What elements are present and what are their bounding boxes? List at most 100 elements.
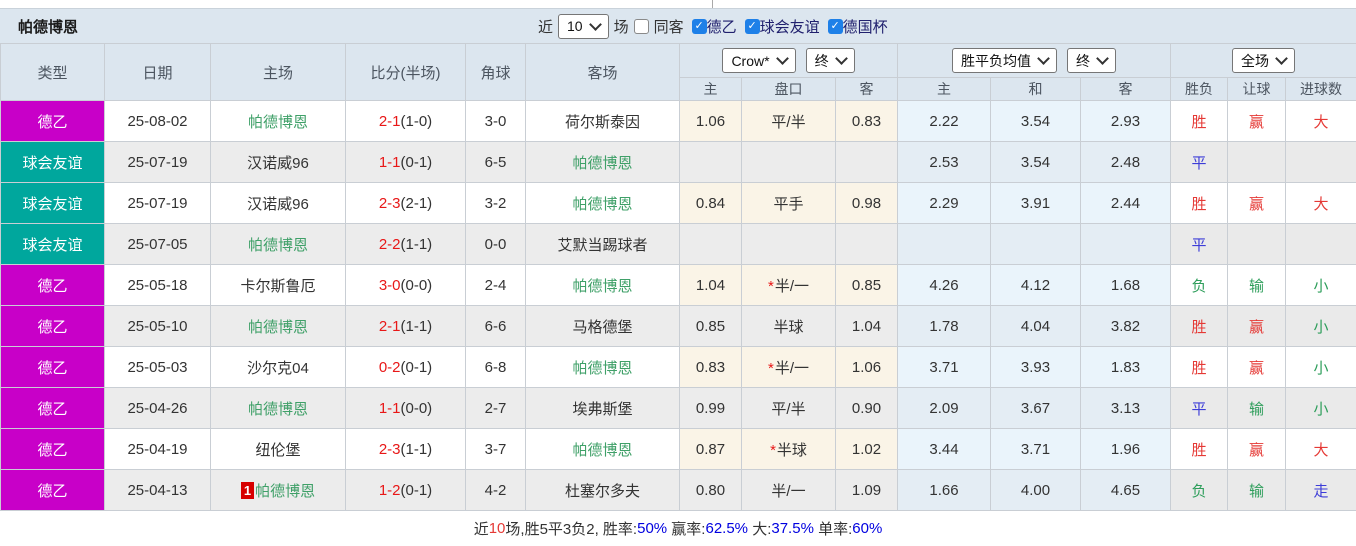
handicap-home-odds: 0.80 bbox=[679, 469, 742, 511]
handicap-time-select[interactable]: 终 bbox=[805, 48, 855, 73]
handicap-result-cell: 输 bbox=[1227, 387, 1286, 429]
avg-draw-odds: 3.67 bbox=[990, 387, 1081, 429]
odds-time-select[interactable]: 终 bbox=[1067, 48, 1116, 73]
team-name: 帕德博恩 bbox=[255, 482, 316, 500]
handicap-home-odds: 1.04 bbox=[679, 264, 742, 306]
rank-badge: 1 bbox=[240, 481, 255, 499]
same-away-checkbox[interactable] bbox=[633, 18, 649, 34]
league-filter: 德乙 bbox=[691, 16, 737, 37]
match-rows: 德乙 25-08-02 帕德博恩 2-1(1-0) 3-0 荷尔斯泰因 1.06 平/半 0.8… bbox=[0, 100, 1356, 511]
handicap-result-cell bbox=[1227, 141, 1286, 183]
match-history-table: 类型 日期 主场 比分(半场) 角球 客场 Crow* 终 胜平负均值 终 全场… bbox=[0, 43, 1356, 511]
league-checkbox-1[interactable] bbox=[744, 18, 760, 34]
avg-away-odds: 1.68 bbox=[1080, 264, 1171, 306]
footer-part-5: 62.5% bbox=[705, 520, 749, 537]
team-name: 帕德博恩 bbox=[572, 277, 633, 295]
result-cell: 胜 bbox=[1170, 100, 1228, 142]
league-filter: 德国杯 bbox=[827, 16, 888, 37]
page-title: 帕德博恩 bbox=[18, 18, 79, 36]
halftime-score: (1-1) bbox=[400, 317, 433, 335]
away-team: 帕德博恩 bbox=[525, 346, 680, 388]
footer-summary: 近 10 场,胜5平3负2, 胜率: 50% 赢率: 62.5% 大: 37.5% 单率:… bbox=[0, 511, 1356, 546]
away-team: 荷尔斯泰因 bbox=[525, 100, 680, 142]
handicap-line-text: 半球 bbox=[776, 441, 807, 459]
score-cell: 2-3(1-1) bbox=[345, 428, 466, 470]
handicap-line: 平手 bbox=[741, 182, 836, 224]
match-date: 25-05-03 bbox=[104, 346, 211, 388]
team-name: 帕德博恩 bbox=[247, 400, 308, 418]
handicap-away-odds bbox=[835, 223, 898, 265]
fulltime-score: 2-3 bbox=[378, 194, 401, 212]
col-header-type: 类型 bbox=[0, 43, 105, 101]
handicap-away-odds: 0.83 bbox=[835, 100, 898, 142]
halftime-score: (0-0) bbox=[400, 399, 433, 417]
fulltime-score: 2-3 bbox=[378, 440, 401, 458]
goals-cell: 小 bbox=[1284, 346, 1356, 388]
handicap-company-select[interactable]: Crow* bbox=[722, 48, 796, 73]
handicap-line: 半/一 bbox=[741, 346, 836, 388]
footer-part-6: 大: bbox=[748, 521, 772, 538]
goals-cell: 大 bbox=[1284, 182, 1356, 224]
corner-score: 3-7 bbox=[465, 428, 526, 470]
goals-cell: 小 bbox=[1284, 264, 1356, 306]
home-team: 帕德博恩 bbox=[210, 100, 346, 142]
avg-away-odds bbox=[1080, 223, 1171, 265]
odds-type-select[interactable]: 胜平负均值 bbox=[952, 48, 1057, 73]
halftime-score: (2-1) bbox=[400, 194, 433, 212]
handicap-away-odds: 1.06 bbox=[835, 346, 898, 388]
handicap-away-odds: 0.90 bbox=[835, 387, 898, 429]
handicap-away-odds: 1.09 bbox=[835, 469, 898, 511]
match-date: 25-04-19 bbox=[104, 428, 211, 470]
chevron-down-icon bbox=[588, 17, 602, 31]
home-team: 帕德博恩 bbox=[210, 223, 346, 265]
scope-value: 全场 bbox=[1241, 52, 1269, 69]
handicap-line bbox=[741, 223, 836, 265]
goals-cell bbox=[1284, 141, 1356, 183]
league-checkbox-2[interactable] bbox=[827, 18, 843, 34]
goals-cell: 小 bbox=[1284, 305, 1356, 347]
halftime-score: (1-1) bbox=[400, 235, 433, 253]
corner-score: 6-5 bbox=[465, 141, 526, 183]
score-cell: 2-1(1-0) bbox=[345, 100, 466, 142]
filter-bar: 近 10 场 同客 德乙 球会友谊 德国杯 bbox=[538, 9, 888, 43]
subcol-goals: 进球数 bbox=[1284, 77, 1356, 101]
match-date: 25-07-19 bbox=[104, 141, 211, 183]
avg-home-odds: 2.53 bbox=[897, 141, 991, 183]
avg-home-odds: 1.66 bbox=[897, 469, 991, 511]
score-cell: 1-1(0-0) bbox=[345, 387, 466, 429]
col-header-date: 日期 bbox=[104, 43, 211, 101]
avg-draw-odds: 3.91 bbox=[990, 182, 1081, 224]
league-filter: 球会友谊 bbox=[744, 16, 820, 37]
score-cell: 0-2(0-1) bbox=[345, 346, 466, 388]
table-row: 球会友谊 25-07-19 汉诺威96 1-1(0-1) 6-5 帕德博恩 2.53 3.54… bbox=[0, 141, 1356, 183]
handicap-line: 平/半 bbox=[741, 387, 836, 429]
col-header-score: 比分(半场) bbox=[345, 43, 466, 101]
subcol-avg-draw: 和 bbox=[990, 77, 1081, 101]
recent-count-select[interactable]: 10 bbox=[558, 13, 609, 39]
type-badge: 德乙 bbox=[0, 305, 105, 347]
handicap-result-cell: 赢 bbox=[1227, 182, 1286, 224]
star-mark bbox=[768, 360, 775, 377]
match-date: 25-05-10 bbox=[104, 305, 211, 347]
halftime-score: (1-1) bbox=[400, 440, 433, 458]
avg-home-odds: 2.09 bbox=[897, 387, 991, 429]
type-badge: 球会友谊 bbox=[0, 141, 105, 183]
league-checkbox-0[interactable] bbox=[691, 18, 707, 34]
home-team: 沙尔克04 bbox=[210, 346, 346, 388]
result-cell: 负 bbox=[1170, 264, 1228, 306]
handicap-line-text: 平/半 bbox=[771, 113, 806, 131]
avg-draw-odds: 4.12 bbox=[990, 264, 1081, 306]
team-name: 帕德博恩 bbox=[247, 236, 308, 254]
handicap-home-odds: 0.84 bbox=[679, 182, 742, 224]
avg-home-odds: 4.26 bbox=[897, 264, 991, 306]
scope-select[interactable]: 全场 bbox=[1232, 48, 1295, 73]
away-team: 帕德博恩 bbox=[525, 428, 680, 470]
match-date: 25-04-26 bbox=[104, 387, 211, 429]
avg-draw-odds: 4.00 bbox=[990, 469, 1081, 511]
footer-part-3: 50% bbox=[637, 520, 668, 537]
avg-draw-odds bbox=[990, 223, 1081, 265]
corner-score: 2-4 bbox=[465, 264, 526, 306]
type-badge: 德乙 bbox=[0, 387, 105, 429]
fulltime-score: 1-1 bbox=[378, 399, 401, 417]
subcol-handicap-away: 客 bbox=[835, 77, 898, 101]
